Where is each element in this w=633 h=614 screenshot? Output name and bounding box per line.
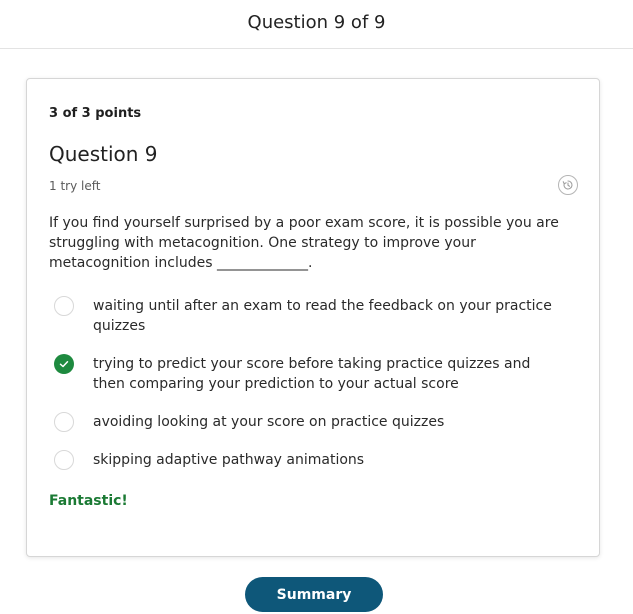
answer-option-label: trying to predict your score before taki… [93,356,531,392]
page-header: Question 9 of 9 [0,0,633,49]
answer-option-label: avoiding looking at your score on practi… [93,414,445,430]
attempt-history-button[interactable] [558,175,578,195]
points-score: 3 of 3 points [49,106,142,121]
question-card: 3 of 3 points Question 9 1 try left If y… [26,78,600,557]
radio-button[interactable] [54,412,74,432]
checkmark-icon [59,361,69,368]
answer-option-selected[interactable]: trying to predict your score before taki… [49,354,569,394]
question-prompt: If you find yourself surprised by a poor… [49,215,559,271]
summary-button[interactable]: Summary [245,577,383,612]
answer-option[interactable]: waiting until after an exam to read the … [49,296,569,336]
history-icon [562,180,573,190]
question-title: Question 9 [49,142,158,166]
question-counter: Question 9 of 9 [247,11,386,33]
radio-button[interactable] [54,296,74,316]
radio-button-selected[interactable] [54,354,74,374]
feedback-message: Fantastic! [49,493,128,509]
radio-button[interactable] [54,450,74,470]
answer-option-label: waiting until after an exam to read the … [93,298,552,334]
answer-option-label: skipping adaptive pathway animations [93,452,365,468]
answer-option[interactable]: skipping adaptive pathway animations [49,450,569,470]
answer-option[interactable]: avoiding looking at your score on practi… [49,412,569,432]
tries-left: 1 try left [49,179,101,193]
